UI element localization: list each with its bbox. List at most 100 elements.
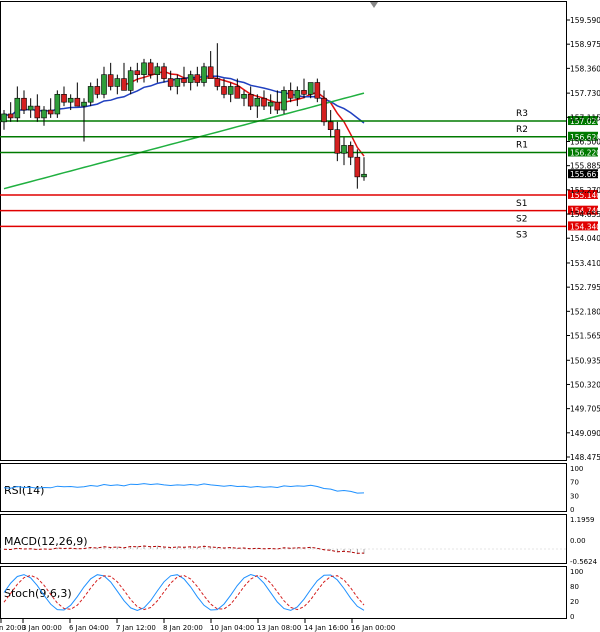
level-label: S3 (516, 230, 527, 240)
indicator-name: RSI(14) (4, 484, 44, 497)
level-label: R2 (516, 125, 528, 135)
candle-body (174, 78, 181, 87)
candle-body (181, 78, 187, 83)
rsi-panel-frame (0, 463, 567, 512)
candle-body (67, 97, 74, 103)
time-tick-label: 14 Jan 16:00 (304, 624, 348, 632)
level-label: R3 (516, 109, 528, 119)
price-tick-label: 159.590 (570, 16, 600, 25)
time-tick-label: 10 Jan 04:00 (210, 624, 254, 632)
indicator-tick-label: 30 (570, 492, 579, 500)
candle-body (247, 94, 254, 107)
candle-body (361, 173, 367, 178)
candle-body (234, 86, 241, 99)
candle-body (127, 70, 134, 91)
candle-body (87, 86, 94, 103)
price-tick-label: 154.655 (570, 210, 600, 219)
candle-body (321, 97, 327, 123)
level-label: R1 (516, 140, 528, 150)
candle-body (107, 74, 114, 87)
candle-body (121, 78, 127, 91)
candle-body (294, 90, 301, 99)
price-tick-label: 148.475 (570, 453, 600, 462)
price-tick-label: 158.975 (570, 40, 600, 49)
indicator-tick-label: 100 (570, 465, 583, 473)
price-tick-label: 154.040 (570, 234, 600, 243)
current-price-text: 155.667 (570, 170, 600, 179)
candle-body (207, 66, 214, 79)
candle-body (307, 82, 314, 95)
price-tick-label: 157.115 (570, 113, 600, 122)
price-tick-label: 158.360 (570, 64, 600, 73)
price-tick-label: 150.935 (570, 356, 600, 365)
price-tick-label: 156.500 (570, 137, 600, 146)
candle-body (47, 109, 54, 115)
forex-chart: R3157.020R2156.620R1156.220S1155.140S215… (0, 1, 600, 632)
level-price-text: 154.340 (570, 222, 600, 231)
candle-body (7, 113, 14, 119)
indicator-tick-label: 1.1959 (570, 516, 595, 524)
candle-body (61, 94, 67, 103)
price-tick-label: 151.565 (570, 332, 600, 341)
candle-body (41, 109, 47, 119)
candle-body (241, 94, 247, 99)
candle-body (187, 74, 194, 83)
price-tick-label: 152.795 (570, 283, 600, 292)
indicator-name: MACD(12,26,9) (4, 535, 88, 548)
candle-body (341, 145, 347, 154)
candle-body (34, 105, 41, 119)
candle-body (301, 90, 307, 95)
candle-body (54, 94, 61, 115)
indicator-tick-label: 20 (570, 598, 579, 606)
level-label: S1 (516, 199, 527, 209)
price-tick-label: 150.320 (570, 380, 600, 389)
price-tick-label: 149.090 (570, 429, 600, 438)
time-tick-label: 6 Jan 04:00 (69, 624, 109, 632)
candle-body (154, 66, 161, 75)
candle-body (254, 97, 261, 107)
candle-body (201, 66, 207, 83)
time-tick-label: 16 Jan 00:00 (351, 624, 395, 632)
time-tick-label: 13 Jan 08:00 (257, 624, 301, 632)
candle-body (334, 129, 341, 154)
indicator-tick-label: -0.5624 (570, 558, 598, 566)
candle-body (1, 113, 7, 123)
candle-body (101, 74, 107, 95)
candle-body (134, 70, 141, 75)
time-tick-label: 3 Jan 00:00 (22, 624, 62, 632)
price-tick-label: 157.730 (570, 89, 600, 98)
candle-body (81, 101, 87, 107)
candle-body (347, 145, 354, 158)
indicator-tick-label: 80 (570, 583, 579, 591)
candle-body (314, 82, 321, 99)
candle-body (261, 97, 267, 107)
candle-body (221, 86, 227, 95)
indicator-tick-label: 0 (570, 506, 574, 514)
price-tick-label: 152.180 (570, 307, 600, 316)
price-tick-label: 149.705 (570, 405, 600, 414)
level-label: S2 (516, 215, 527, 225)
stoch-panel-frame (0, 566, 567, 619)
level-price-text: 156.220 (570, 148, 600, 157)
indicator-tick-label: 70 (570, 479, 579, 487)
indicator-tick-label: 0.00 (570, 537, 586, 545)
candle-body (141, 62, 147, 75)
candle-body (161, 66, 167, 79)
candle-body (167, 78, 174, 87)
main-panel-frame (0, 1, 567, 461)
candle-body (227, 86, 234, 95)
price-tick-label: 155.885 (570, 162, 600, 171)
candle-body (27, 105, 34, 111)
candle-body (114, 78, 121, 87)
price-tick-label: 153.410 (570, 259, 600, 268)
time-tick-label: 8 Jan 20:00 (163, 624, 203, 632)
candle-body (281, 90, 287, 111)
candle-body (14, 97, 21, 119)
candle-body (147, 62, 154, 75)
indicator-tick-label: 0 (570, 613, 574, 621)
price-tick-label: 155.270 (570, 186, 600, 195)
candle-body (287, 90, 294, 99)
candle-body (74, 97, 81, 107)
candle-body (214, 78, 221, 87)
candle-body (327, 121, 334, 130)
